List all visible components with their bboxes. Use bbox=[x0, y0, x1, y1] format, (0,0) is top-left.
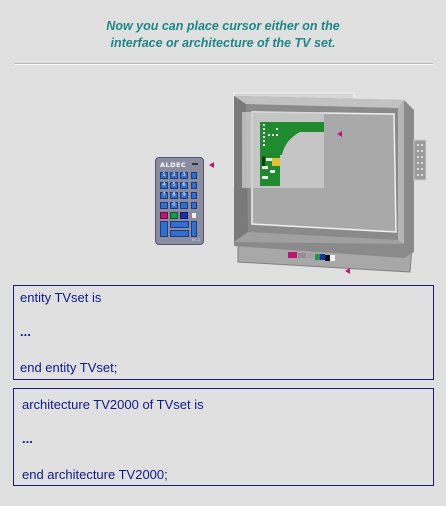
remote-key-2: 2 bbox=[170, 172, 178, 179]
entity-line-1: entity TVset is bbox=[20, 290, 102, 305]
tv-screen bbox=[251, 111, 397, 233]
remote-key-side-4 bbox=[191, 202, 197, 209]
circuit-pins bbox=[263, 124, 278, 146]
circuit-component-yellow bbox=[272, 158, 280, 166]
circuit-chip-1 bbox=[266, 158, 272, 161]
remote-key-side-2 bbox=[191, 182, 197, 189]
entity-code-box[interactable]: entity TVset is ... end entity TVset; bbox=[13, 285, 434, 380]
tv-button-gray-2 bbox=[307, 253, 314, 258]
remote-key-3: 3 bbox=[180, 172, 188, 179]
remote-key-blank-2 bbox=[180, 202, 188, 209]
circuit-board-left bbox=[260, 122, 280, 186]
circuit-component-dark bbox=[262, 156, 265, 166]
remote-key-1: 1 bbox=[160, 172, 168, 179]
tv-bevel-right bbox=[398, 100, 404, 244]
circuit-chip-4 bbox=[262, 176, 268, 179]
divider bbox=[14, 63, 433, 65]
remote-key-9: 9 bbox=[180, 192, 188, 199]
remote-pointer-marker bbox=[209, 162, 214, 168]
tv-button-blue bbox=[320, 254, 325, 260]
circuit-chip-2 bbox=[262, 166, 268, 169]
remote-key-6: 6 bbox=[180, 182, 188, 189]
remote-key-blank bbox=[160, 202, 168, 209]
tv-bevel-bottom bbox=[234, 232, 404, 244]
remote-key-4: 4 bbox=[160, 182, 168, 189]
remote-wide-key-top bbox=[170, 221, 189, 228]
remote-led bbox=[192, 163, 198, 165]
entity-ellipsis: ... bbox=[20, 324, 31, 339]
entity-line-3: end entity TVset; bbox=[20, 360, 118, 375]
remote-key-7: 7 bbox=[160, 192, 168, 199]
circuit-board bbox=[260, 122, 324, 132]
remote-wide-key-bottom bbox=[170, 230, 189, 237]
architecture-code-box[interactable]: architecture TV2000 of TVset is ... end … bbox=[13, 388, 434, 486]
tv-base bbox=[237, 234, 413, 273]
remote-color-key-magenta bbox=[160, 212, 168, 219]
remote-color-key-blue bbox=[180, 212, 188, 219]
tv-bevel-top bbox=[234, 96, 404, 108]
screen-pointer-marker bbox=[337, 131, 342, 137]
tv-button-black bbox=[325, 255, 330, 261]
remote-control[interactable]: ALDEC 1 2 3 4 5 6 7 8 9 0 RC-3 bbox=[155, 157, 204, 245]
remote-key-side-3 bbox=[191, 192, 197, 199]
tv-base-pointer-marker bbox=[345, 268, 350, 274]
remote-brand-label: ALDEC bbox=[160, 161, 187, 169]
tv-bevel-left bbox=[234, 96, 248, 242]
architecture-ellipsis: ... bbox=[22, 431, 33, 446]
remote-key-side-1 bbox=[191, 172, 197, 179]
tv-button-gray-1 bbox=[298, 253, 306, 258]
tv-speaker-holes bbox=[417, 144, 423, 176]
tv-overlay-pane bbox=[242, 112, 324, 188]
architecture-line-1: architecture TV2000 of TVset is bbox=[22, 397, 204, 412]
instruction-line-1: Now you can place cursor either on the bbox=[106, 19, 340, 33]
remote-key-0: 0 bbox=[170, 202, 178, 209]
tv-speaker-grille bbox=[413, 139, 427, 181]
architecture-line-3: end architecture TV2000; bbox=[22, 467, 168, 482]
instruction-heading: Now you can place cursor either on the i… bbox=[0, 18, 446, 52]
remote-channel-key bbox=[191, 221, 197, 237]
tv-back-housing bbox=[233, 92, 355, 187]
remote-color-key-green bbox=[170, 212, 178, 219]
remote-model-label: RC-3 bbox=[191, 238, 200, 242]
circuit-chip-3 bbox=[270, 170, 275, 173]
tv-button-magenta bbox=[288, 252, 297, 258]
remote-key-5: 5 bbox=[170, 182, 178, 189]
remote-key-8: 8 bbox=[170, 192, 178, 199]
remote-volume-key bbox=[160, 221, 168, 237]
tv-button-green bbox=[315, 254, 320, 260]
tv-base-top bbox=[238, 232, 412, 249]
circuit-board-corner bbox=[280, 132, 300, 155]
remote-color-key-white bbox=[191, 212, 197, 219]
instruction-line-2: interface or architecture of the TV set. bbox=[110, 36, 336, 50]
tv-button-white bbox=[330, 255, 335, 261]
tv-cabinet bbox=[234, 96, 414, 258]
